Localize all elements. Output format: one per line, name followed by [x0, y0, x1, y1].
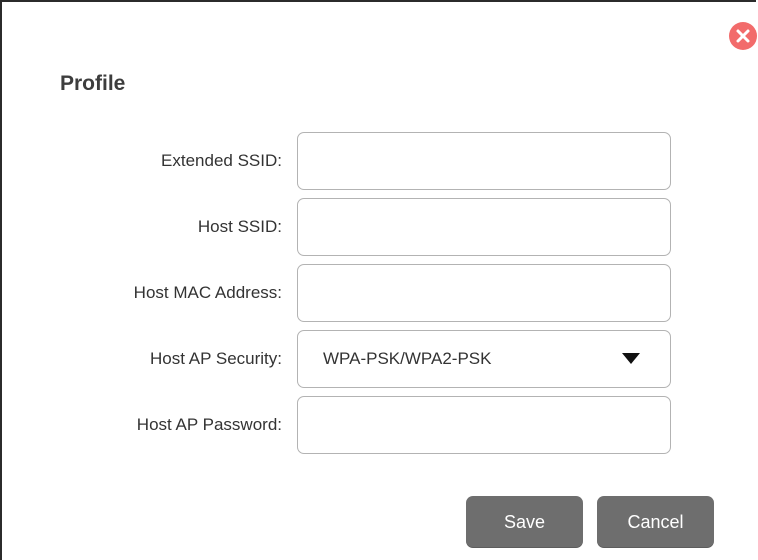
host-ap-security-select[interactable]: WPA-PSK/WPA2-PSK — [297, 330, 671, 388]
save-button[interactable]: Save — [466, 496, 583, 548]
host-mac-label: Host MAC Address: — [133, 283, 282, 302]
host-ssid-row: Host SSID: — [2, 198, 702, 256]
host-ssid-label: Host SSID: — [197, 217, 282, 236]
host-ap-security-value: WPA-PSK/WPA2-PSK — [323, 349, 492, 368]
host-ap-password-label: Host AP Password: — [136, 415, 282, 434]
cancel-button[interactable]: Cancel — [597, 496, 714, 548]
dialog-title: Profile — [60, 72, 126, 95]
host-ap-security-row: Host AP Security: WPA-PSK/WPA2-PSK — [2, 330, 702, 388]
host-ap-password-input[interactable] — [297, 396, 671, 454]
host-mac-input[interactable] — [297, 264, 671, 322]
profile-dialog: Profile Extended SSID: Host SSID: Host M… — [0, 0, 757, 560]
host-mac-row: Host MAC Address: — [2, 264, 702, 322]
host-ssid-input[interactable] — [297, 198, 671, 256]
extended-ssid-input[interactable] — [297, 132, 671, 190]
host-ap-security-label: Host AP Security: — [150, 349, 282, 368]
triangle-down-icon — [622, 353, 640, 364]
close-button[interactable] — [729, 22, 757, 50]
extended-ssid-label: Extended SSID: — [161, 151, 282, 170]
extended-ssid-row: Extended SSID: — [2, 132, 702, 190]
close-icon — [736, 29, 750, 43]
host-ap-password-row: Host AP Password: — [2, 396, 702, 454]
